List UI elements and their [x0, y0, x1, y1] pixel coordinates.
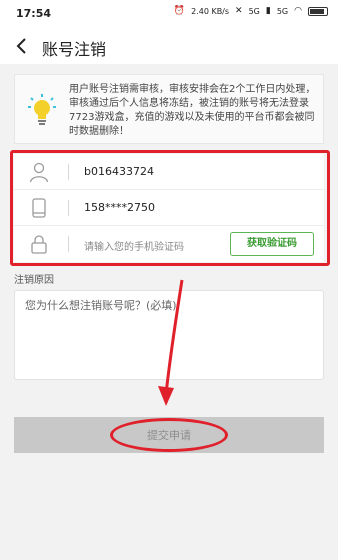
battery-icon: [308, 7, 328, 16]
status-icons: ⏰ 2.40 KB/s ✕ 5G ▮ 5G ◠: [174, 7, 328, 16]
account-value: b016433724: [84, 165, 154, 178]
code-row: 请输入您的手机验证码 获取验证码: [14, 226, 324, 262]
title-bar: 账号注销: [0, 28, 338, 64]
phone-value: 158****2750: [84, 201, 155, 214]
network-speed: 2.40 KB/s: [191, 7, 230, 16]
get-code-button[interactable]: 获取验证码: [230, 232, 314, 256]
lightbulb-icon: [28, 94, 56, 125]
phone-icon: [32, 198, 46, 218]
network-type-1: 5G: [248, 7, 260, 16]
row-divider: [68, 200, 69, 216]
submit-button[interactable]: 提交申请: [14, 417, 324, 453]
account-row: b016433724: [14, 154, 324, 190]
user-icon: [29, 162, 49, 183]
reason-input[interactable]: [14, 290, 324, 380]
row-divider: [68, 236, 69, 252]
notice-box: 用户账号注销需审核，审核安排会在2个工作日内处理，审核通过后个人信息将冻结，被注…: [14, 74, 324, 144]
signal-icon: ▮: [265, 6, 271, 16]
back-arrow-icon[interactable]: [10, 34, 34, 58]
row-divider: [68, 164, 69, 180]
reason-label: 注销原因: [14, 275, 54, 286]
status-time: 17:54: [16, 7, 52, 20]
silent-icon: ✕: [235, 6, 243, 16]
page-title: 账号注销: [42, 40, 107, 59]
wifi-icon: ◠: [294, 6, 302, 16]
alarm-icon: ⏰: [173, 6, 186, 16]
verification-code-input[interactable]: 请输入您的手机验证码: [84, 238, 184, 253]
network-type-2: 5G: [276, 7, 289, 16]
phone-row: 158****2750: [14, 190, 324, 226]
notice-text: 用户账号注销需审核，审核安排会在2个工作日内处理，审核通过后个人信息将冻结，被注…: [69, 84, 316, 137]
account-form: b016433724 158****2750 请输入您的手机验证码 获取验证码: [14, 154, 324, 262]
status-bar: 17:54 ⏰ 2.40 KB/s ✕ 5G ▮ 5G ◠: [0, 0, 338, 28]
lock-icon: [31, 235, 47, 254]
